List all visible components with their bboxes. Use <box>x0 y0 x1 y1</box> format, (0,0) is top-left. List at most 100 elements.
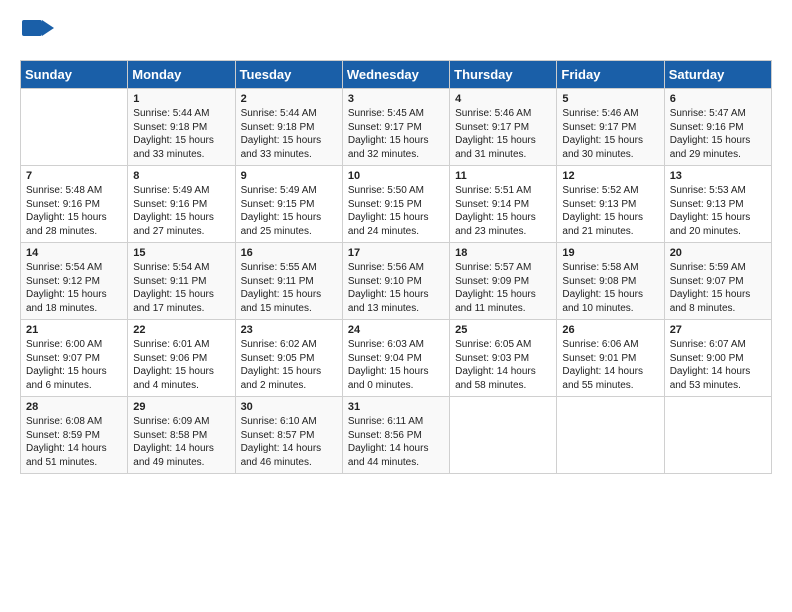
day-info: Sunrise: 5:47 AM Sunset: 9:16 PM Dayligh… <box>670 107 766 161</box>
day-info: Sunrise: 5:46 AM Sunset: 9:17 PM Dayligh… <box>562 107 658 161</box>
day-number: 10 <box>348 170 444 182</box>
calendar-cell: 29 Sunrise: 6:09 AM Sunset: 8:58 PM Dayli… <box>128 397 235 474</box>
day-info: Sunrise: 5:46 AM Sunset: 9:17 PM Dayligh… <box>455 107 551 161</box>
calendar-day-header: Wednesday <box>342 61 449 89</box>
day-number: 23 <box>241 324 337 336</box>
day-info: Sunrise: 5:44 AM Sunset: 9:18 PM Dayligh… <box>241 107 337 161</box>
calendar-day-header: Tuesday <box>235 61 342 89</box>
calendar-cell: 28 Sunrise: 6:08 AM Sunset: 8:59 PM Dayli… <box>21 397 128 474</box>
day-info: Sunrise: 6:07 AM Sunset: 9:00 PM Dayligh… <box>670 338 766 392</box>
logo-icon <box>20 18 56 54</box>
calendar-week-row: 28 Sunrise: 6:08 AM Sunset: 8:59 PM Dayli… <box>21 397 772 474</box>
day-number: 26 <box>562 324 658 336</box>
day-number: 3 <box>348 93 444 105</box>
calendar-table: SundayMondayTuesdayWednesdayThursdayFrid… <box>20 60 772 474</box>
day-info: Sunrise: 6:03 AM Sunset: 9:04 PM Dayligh… <box>348 338 444 392</box>
calendar-cell <box>21 89 128 166</box>
day-number: 28 <box>26 401 122 413</box>
page: SundayMondayTuesdayWednesdayThursdayFrid… <box>0 0 792 492</box>
day-number: 5 <box>562 93 658 105</box>
day-info: Sunrise: 5:45 AM Sunset: 9:17 PM Dayligh… <box>348 107 444 161</box>
calendar-day-header: Sunday <box>21 61 128 89</box>
day-info: Sunrise: 5:53 AM Sunset: 9:13 PM Dayligh… <box>670 184 766 238</box>
day-number: 12 <box>562 170 658 182</box>
day-info: Sunrise: 5:49 AM Sunset: 9:16 PM Dayligh… <box>133 184 229 238</box>
calendar-day-header: Saturday <box>664 61 771 89</box>
calendar-week-row: 21Sunrise: 6:00 AM Sunset: 9:07 PM Dayli… <box>21 320 772 397</box>
day-info: Sunrise: 6:11 AM Sunset: 8:56 PM Dayligh… <box>348 415 444 469</box>
day-number: 13 <box>670 170 766 182</box>
calendar-cell: 8 Sunrise: 5:49 AM Sunset: 9:16 PM Daylig… <box>128 166 235 243</box>
day-info: Sunrise: 6:02 AM Sunset: 9:05 PM Dayligh… <box>241 338 337 392</box>
calendar-cell <box>664 397 771 474</box>
day-info: Sunrise: 5:54 AM Sunset: 9:12 PM Dayligh… <box>26 261 122 315</box>
day-number: 7 <box>26 170 122 182</box>
day-number: 9 <box>241 170 337 182</box>
day-info: Sunrise: 5:44 AM Sunset: 9:18 PM Dayligh… <box>133 107 229 161</box>
calendar-cell <box>557 397 664 474</box>
day-number: 27 <box>670 324 766 336</box>
calendar-cell: 22Sunrise: 6:01 AM Sunset: 9:06 PM Dayli… <box>128 320 235 397</box>
calendar-day-header: Monday <box>128 61 235 89</box>
calendar-cell: 20 Sunrise: 5:59 AM Sunset: 9:07 PM Dayli… <box>664 243 771 320</box>
day-number: 21 <box>26 324 122 336</box>
day-info: Sunrise: 5:57 AM Sunset: 9:09 PM Dayligh… <box>455 261 551 315</box>
day-number: 24 <box>348 324 444 336</box>
calendar-cell: 26 Sunrise: 6:06 AM Sunset: 9:01 PM Dayli… <box>557 320 664 397</box>
day-number: 31 <box>348 401 444 413</box>
header <box>20 18 772 54</box>
calendar-cell: 12Sunrise: 5:52 AM Sunset: 9:13 PM Dayli… <box>557 166 664 243</box>
calendar-cell: 10 Sunrise: 5:50 AM Sunset: 9:15 PM Dayli… <box>342 166 449 243</box>
day-number: 2 <box>241 93 337 105</box>
day-number: 19 <box>562 247 658 259</box>
calendar-day-header: Thursday <box>450 61 557 89</box>
calendar-cell: 31 Sunrise: 6:11 AM Sunset: 8:56 PM Dayli… <box>342 397 449 474</box>
day-info: Sunrise: 5:55 AM Sunset: 9:11 PM Dayligh… <box>241 261 337 315</box>
calendar-cell: 19 Sunrise: 5:58 AM Sunset: 9:08 PM Dayli… <box>557 243 664 320</box>
day-info: Sunrise: 5:51 AM Sunset: 9:14 PM Dayligh… <box>455 184 551 238</box>
calendar-header-row: SundayMondayTuesdayWednesdayThursdayFrid… <box>21 61 772 89</box>
calendar-cell: 9 Sunrise: 5:49 AM Sunset: 9:15 PM Daylig… <box>235 166 342 243</box>
day-info: Sunrise: 5:56 AM Sunset: 9:10 PM Dayligh… <box>348 261 444 315</box>
calendar-day-header: Friday <box>557 61 664 89</box>
calendar-week-row: 14Sunrise: 5:54 AM Sunset: 9:12 PM Dayli… <box>21 243 772 320</box>
day-info: Sunrise: 6:05 AM Sunset: 9:03 PM Dayligh… <box>455 338 551 392</box>
calendar-cell: 15Sunrise: 5:54 AM Sunset: 9:11 PM Dayli… <box>128 243 235 320</box>
day-info: Sunrise: 6:08 AM Sunset: 8:59 PM Dayligh… <box>26 415 122 469</box>
calendar-cell: 30Sunrise: 6:10 AM Sunset: 8:57 PM Dayli… <box>235 397 342 474</box>
calendar-cell: 27 Sunrise: 6:07 AM Sunset: 9:00 PM Dayli… <box>664 320 771 397</box>
day-number: 6 <box>670 93 766 105</box>
day-info: Sunrise: 6:06 AM Sunset: 9:01 PM Dayligh… <box>562 338 658 392</box>
calendar-cell: 25Sunrise: 6:05 AM Sunset: 9:03 PM Dayli… <box>450 320 557 397</box>
calendar-cell: 6 Sunrise: 5:47 AM Sunset: 9:16 PM Daylig… <box>664 89 771 166</box>
day-info: Sunrise: 5:59 AM Sunset: 9:07 PM Dayligh… <box>670 261 766 315</box>
calendar-cell: 23 Sunrise: 6:02 AM Sunset: 9:05 PM Dayli… <box>235 320 342 397</box>
day-info: Sunrise: 6:10 AM Sunset: 8:57 PM Dayligh… <box>241 415 337 469</box>
day-number: 29 <box>133 401 229 413</box>
calendar-cell: 21Sunrise: 6:00 AM Sunset: 9:07 PM Dayli… <box>21 320 128 397</box>
calendar-cell: 4 Sunrise: 5:46 AM Sunset: 9:17 PM Daylig… <box>450 89 557 166</box>
calendar-cell: 24 Sunrise: 6:03 AM Sunset: 9:04 PM Dayli… <box>342 320 449 397</box>
day-number: 8 <box>133 170 229 182</box>
day-info: Sunrise: 5:54 AM Sunset: 9:11 PM Dayligh… <box>133 261 229 315</box>
day-info: Sunrise: 5:58 AM Sunset: 9:08 PM Dayligh… <box>562 261 658 315</box>
day-info: Sunrise: 5:49 AM Sunset: 9:15 PM Dayligh… <box>241 184 337 238</box>
day-number: 17 <box>348 247 444 259</box>
day-number: 4 <box>455 93 551 105</box>
calendar-cell: 16Sunrise: 5:55 AM Sunset: 9:11 PM Dayli… <box>235 243 342 320</box>
day-number: 20 <box>670 247 766 259</box>
calendar-cell: 13 Sunrise: 5:53 AM Sunset: 9:13 PM Dayli… <box>664 166 771 243</box>
day-number: 11 <box>455 170 551 182</box>
logo <box>20 18 58 54</box>
calendar-week-row: 7Sunrise: 5:48 AM Sunset: 9:16 PM Daylig… <box>21 166 772 243</box>
calendar-cell: 17 Sunrise: 5:56 AM Sunset: 9:10 PM Dayli… <box>342 243 449 320</box>
calendar-cell: 11 Sunrise: 5:51 AM Sunset: 9:14 PM Dayli… <box>450 166 557 243</box>
calendar-cell: 3 Sunrise: 5:45 AM Sunset: 9:17 PM Daylig… <box>342 89 449 166</box>
calendar-cell: 5 Sunrise: 5:46 AM Sunset: 9:17 PM Daylig… <box>557 89 664 166</box>
day-number: 18 <box>455 247 551 259</box>
day-info: Sunrise: 5:50 AM Sunset: 9:15 PM Dayligh… <box>348 184 444 238</box>
calendar-cell: 14Sunrise: 5:54 AM Sunset: 9:12 PM Dayli… <box>21 243 128 320</box>
day-info: Sunrise: 6:09 AM Sunset: 8:58 PM Dayligh… <box>133 415 229 469</box>
calendar-cell: 7Sunrise: 5:48 AM Sunset: 9:16 PM Daylig… <box>21 166 128 243</box>
calendar-cell <box>450 397 557 474</box>
